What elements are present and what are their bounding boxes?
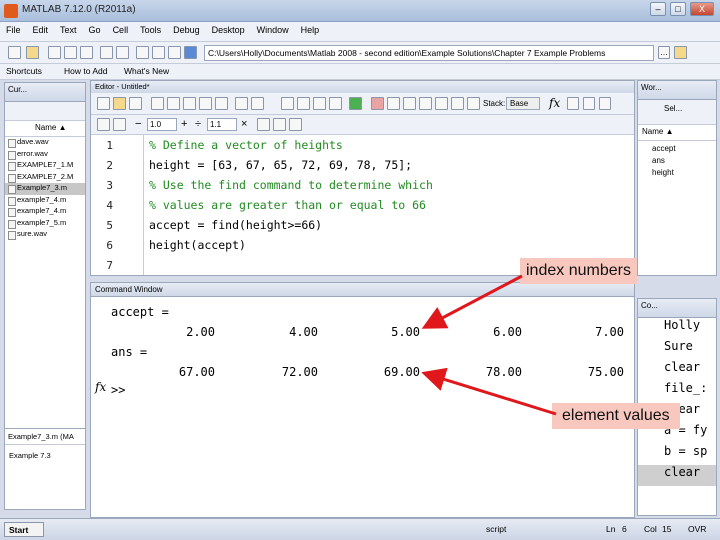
element-arrow <box>421 367 557 416</box>
status-col-value: 15 <box>662 524 672 534</box>
status-mode: script <box>486 524 507 534</box>
index-arrow <box>421 274 523 329</box>
status-col-label: Col <box>644 524 657 534</box>
annotation-arrows <box>421 274 557 416</box>
status-ln-value: 6 <box>622 524 627 534</box>
status-ln-label: Ln <box>606 524 616 534</box>
status-ovr: OVR <box>688 524 707 534</box>
status-bar: Start script Ln 6 Col 15 OVR <box>0 518 720 540</box>
start-button[interactable]: Start <box>4 522 44 537</box>
